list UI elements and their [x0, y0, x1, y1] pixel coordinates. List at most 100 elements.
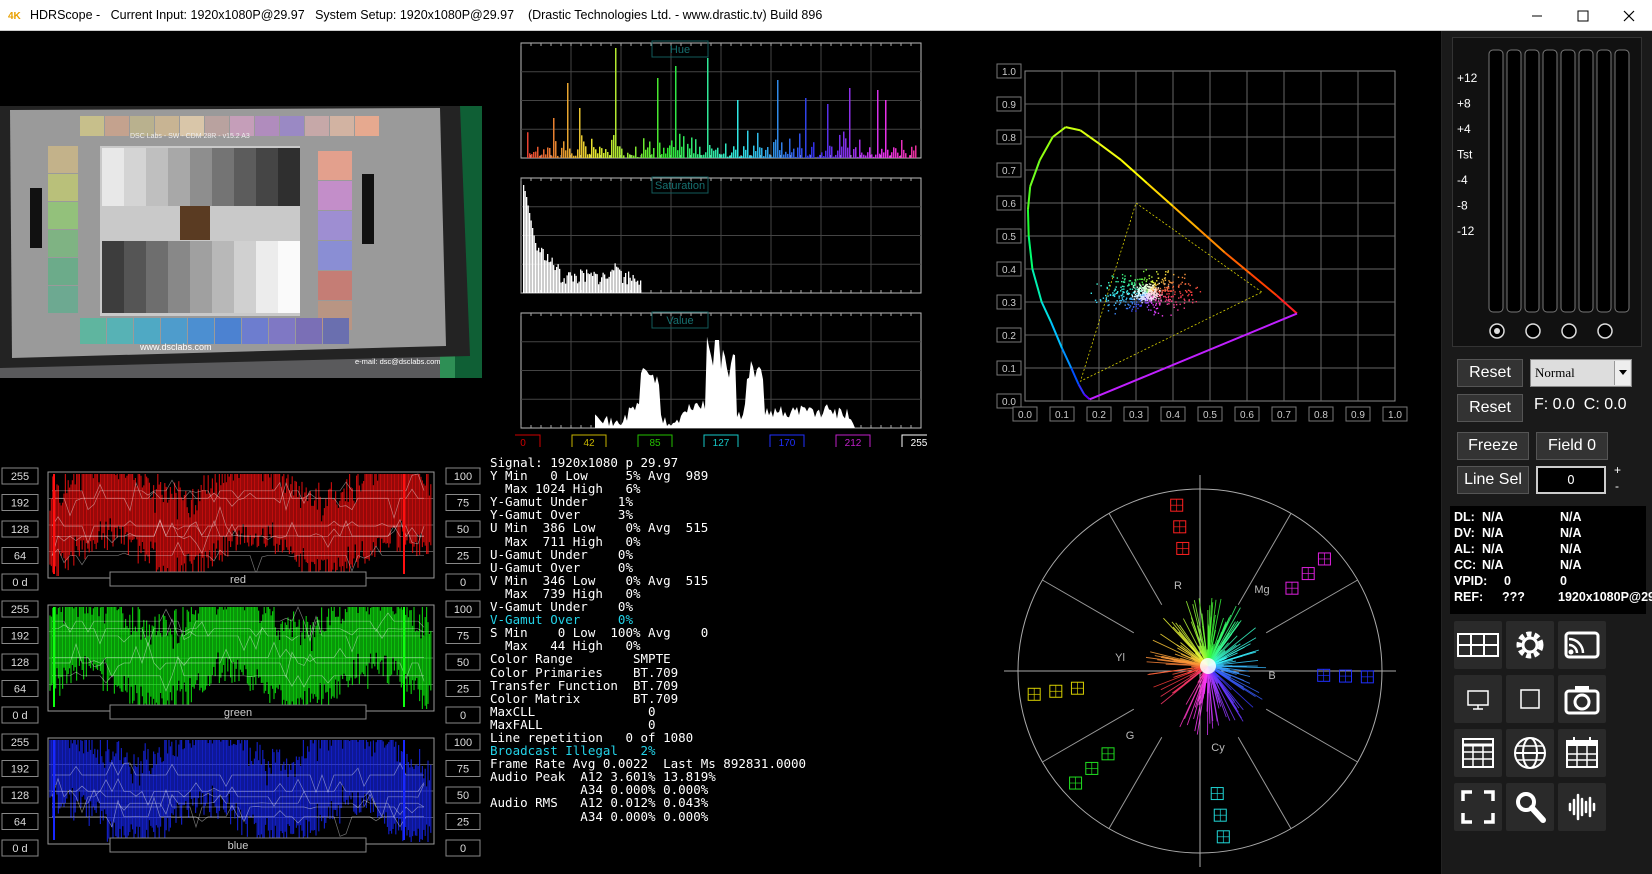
line-select-button[interactable]: Line Sel [1457, 466, 1529, 494]
parade-right-tick: 25 [457, 817, 469, 829]
parade-channel-label: green [224, 707, 252, 719]
video-preview[interactable]: DSC Labs - SW - CDM 28R - v15.2 A3 www.d… [0, 106, 482, 378]
scale-marker: 0 [520, 438, 526, 447]
table-icon [1462, 738, 1494, 768]
stat-line: MaxFALL 0 [490, 716, 656, 732]
parade-right-tick: 75 [457, 631, 469, 643]
maximize-button[interactable] [1560, 0, 1606, 31]
square-icon [1520, 689, 1540, 709]
globe-button[interactable] [1506, 729, 1554, 777]
vectorscope: R Mg Yl B G Cy [1004, 475, 1396, 867]
info-key: REF: [1454, 590, 1484, 604]
reset-button-2[interactable]: Reset [1457, 394, 1523, 422]
line-number-input[interactable]: 0 [1536, 466, 1606, 494]
meter-scale-label: Tst [1457, 148, 1473, 162]
gear-button[interactable] [1506, 621, 1554, 669]
minimize-icon [1532, 15, 1542, 16]
meter-channel-toggle[interactable] [1525, 323, 1541, 339]
freeze-button[interactable]: Freeze [1457, 432, 1529, 460]
parade-right-tick: 50 [457, 524, 469, 536]
scale-marker: 255 [911, 438, 927, 447]
cast-button[interactable] [1558, 621, 1606, 669]
parade-channel-label: red [230, 574, 246, 586]
stat-line: Color Primaries BT.709 [490, 664, 679, 680]
cie-x-tick: 0.1 [1055, 410, 1069, 421]
meter-channel-toggle[interactable] [1597, 323, 1613, 339]
table-button[interactable] [1454, 729, 1502, 777]
line-increment-button[interactable]: + [1614, 463, 1621, 477]
info-value-b: 0 [1560, 574, 1567, 588]
meter-scale-label: -4 [1457, 173, 1468, 187]
parade-left-tick: 0 d [12, 843, 27, 855]
meter-scale-label: +12 [1457, 71, 1478, 85]
search-icon [1516, 792, 1546, 823]
cie-y-tick: 0.5 [1002, 232, 1016, 243]
window-title: HDRScope - Current Input: 1920x1080P@29.… [30, 8, 823, 22]
info-value-b: 1920x1080P@29 [1558, 590, 1652, 604]
hue-label: Hue [670, 44, 690, 56]
mode-select[interactable]: Normal [1530, 359, 1632, 387]
info-value-b: N/A [1560, 558, 1582, 572]
search-button[interactable] [1506, 783, 1554, 831]
scale-marker: 42 [583, 438, 595, 447]
minimize-button[interactable] [1514, 0, 1560, 31]
cie-y-tick: 0.0 [1002, 397, 1016, 408]
signal-statistics: Signal: 1920x1080 p 29.97 Y Min 0 Low 5% … [490, 456, 910, 823]
chevron-down-icon [1618, 370, 1627, 375]
monitor-button[interactable] [1454, 675, 1502, 723]
info-key: CC: [1454, 558, 1477, 572]
vectorscope-label: B [1268, 670, 1275, 682]
info-value-a: N/A [1482, 526, 1504, 540]
info-key: VPID: [1454, 574, 1488, 588]
parade-right-tick: 0 [460, 577, 466, 589]
monitor-icon [1467, 690, 1489, 710]
meter-channel-toggle[interactable] [1561, 323, 1577, 339]
calendar-button[interactable] [1558, 729, 1606, 777]
info-value-a: N/A [1482, 542, 1504, 556]
stat-line: U-Gamut Over 0% [490, 559, 633, 575]
parade-left-tick: 255 [11, 604, 29, 616]
layout-button[interactable] [1454, 621, 1502, 669]
scale-marker: 212 [845, 438, 862, 447]
parade-right-tick: 100 [454, 471, 472, 483]
app-logo-icon: 4K [8, 11, 22, 22]
cie-y-tick: 0.2 [1002, 331, 1016, 342]
stat-line: A34 0.000% 0.000% [490, 808, 709, 824]
cie-y-tick: 0.8 [1002, 133, 1016, 144]
vectorscope-label: R [1174, 580, 1182, 592]
waveform-button[interactable] [1558, 783, 1606, 831]
close-icon [1623, 10, 1635, 21]
field-button[interactable]: Field 0 [1536, 432, 1608, 460]
meter-channel-toggle[interactable] [1489, 323, 1505, 339]
camera-button[interactable] [1558, 675, 1606, 723]
meter-scale-label: -12 [1457, 224, 1475, 238]
value-label: Value [666, 315, 693, 327]
stat-line: MaxCLL 0 [490, 703, 656, 719]
parade-right-tick: 50 [457, 790, 469, 802]
cie-x-tick: 0.6 [1240, 410, 1254, 421]
parade-left-tick: 192 [11, 498, 29, 510]
scale-marker: 127 [713, 438, 730, 447]
stat-line: Color Matrix BT.709 [490, 690, 679, 706]
cie-y-tick: 0.9 [1002, 100, 1016, 111]
close-button[interactable] [1606, 0, 1652, 31]
cie-x-tick: 0.0 [1018, 410, 1032, 421]
info-value-a: N/A [1482, 558, 1504, 572]
info-key: DV: [1454, 526, 1475, 540]
meter-scale-label: +4 [1457, 122, 1471, 136]
parade-left-tick: 255 [11, 471, 29, 483]
info-key: DL: [1454, 510, 1475, 524]
line-decrement-button[interactable]: - [1615, 479, 1619, 493]
chart-title: DSC Labs - SW - CDM 28R - v15.2 A3 [130, 133, 250, 140]
stat-line: Max 711 High 0% [490, 533, 641, 549]
square-button[interactable] [1506, 675, 1554, 723]
fullscreen-button[interactable] [1454, 783, 1502, 831]
hsv-histograms: Hue Saturation Value 0 42 85 127 170 212 255 [515, 40, 927, 447]
parade-left-tick: 64 [14, 551, 26, 563]
meter-scale-label: +8 [1457, 97, 1471, 111]
mode-dropdown-arrow[interactable] [1614, 361, 1630, 385]
cie-y-tick: 0.3 [1002, 298, 1016, 309]
parade-left-tick: 128 [11, 657, 29, 669]
parade-channel-label: blue [228, 840, 249, 852]
reset-button-1[interactable]: Reset [1457, 359, 1523, 387]
